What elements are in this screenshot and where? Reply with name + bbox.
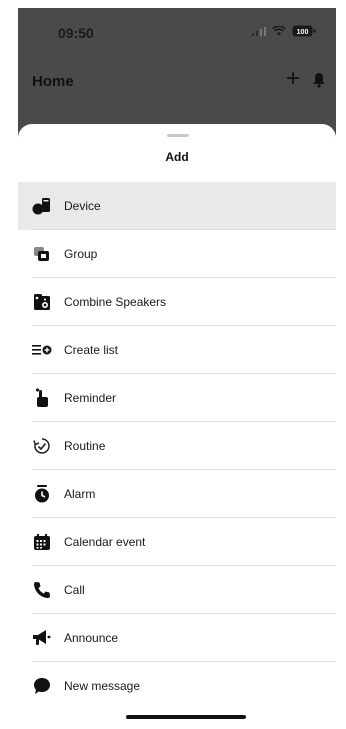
- reminder-icon: [32, 388, 52, 408]
- phone-screen: 09:50 100 Home + Add Device Group Combin…: [18, 8, 336, 722]
- megaphone-icon: [32, 628, 52, 648]
- calendar-icon: [32, 532, 52, 552]
- menu-item-group[interactable]: Group: [18, 230, 336, 278]
- menu-item-label: Device: [64, 199, 101, 213]
- cellular-signal-icon: [251, 26, 266, 36]
- menu-item-label: Alarm: [64, 487, 96, 501]
- menu-item-label: Calendar event: [64, 535, 146, 549]
- menu-item-label: Combine Speakers: [64, 295, 167, 309]
- add-menu: Device Group Combine Speakers Create lis…: [18, 182, 336, 710]
- menu-item-calendar-event[interactable]: Calendar event: [18, 518, 336, 566]
- status-icons: 100: [251, 25, 317, 37]
- message-icon: [32, 676, 52, 696]
- svg-text:100: 100: [297, 29, 309, 36]
- add-bottom-sheet: Add Device Group Combine Speakers Create…: [18, 124, 336, 722]
- phone-icon: [32, 580, 52, 600]
- menu-item-label: Create list: [64, 343, 119, 357]
- menu-item-label: New message: [64, 679, 141, 693]
- menu-item-call[interactable]: Call: [18, 566, 336, 614]
- menu-item-label: Announce: [64, 631, 119, 645]
- routine-icon: [32, 436, 52, 456]
- page-title: Home: [32, 73, 74, 90]
- menu-item-reminder[interactable]: Reminder: [18, 374, 336, 422]
- menu-item-announce[interactable]: Announce: [18, 614, 336, 662]
- battery-icon: 100: [292, 25, 316, 37]
- menu-item-device[interactable]: Device: [18, 182, 336, 230]
- app-header: Home +: [18, 64, 336, 100]
- menu-item-label: Reminder: [64, 391, 117, 405]
- status-time: 09:50: [58, 25, 94, 41]
- device-icon: [32, 196, 52, 216]
- menu-item-routine[interactable]: Routine: [18, 422, 336, 470]
- menu-item-create-list[interactable]: Create list: [18, 326, 336, 374]
- speakers-icon: [32, 292, 52, 312]
- sheet-title: Add: [165, 150, 189, 164]
- alarm-icon: [32, 484, 52, 504]
- sheet-grabber[interactable]: [167, 134, 189, 137]
- menu-item-new-message[interactable]: New message: [18, 662, 336, 710]
- menu-item-label: Routine: [64, 439, 106, 453]
- menu-item-label: Group: [64, 247, 98, 261]
- menu-item-alarm[interactable]: Alarm: [18, 470, 336, 518]
- list-icon: [32, 340, 52, 360]
- menu-item-label: Call: [64, 583, 85, 597]
- bell-icon[interactable]: [312, 72, 326, 93]
- home-indicator[interactable]: [126, 715, 246, 719]
- group-icon: [32, 244, 52, 264]
- status-bar: 09:50 100: [18, 8, 336, 52]
- add-plus-icon[interactable]: +: [286, 67, 300, 91]
- menu-item-combine-speakers[interactable]: Combine Speakers: [18, 278, 336, 326]
- wifi-icon: [272, 26, 286, 36]
